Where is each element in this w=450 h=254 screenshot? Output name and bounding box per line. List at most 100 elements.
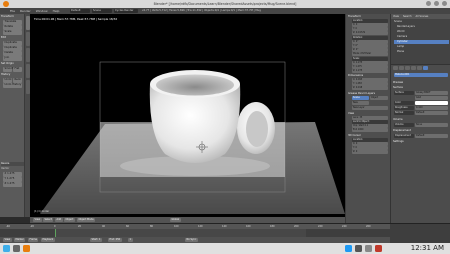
np-cursor-x[interactable]: X: 0 (352, 142, 388, 146)
select-menu[interactable]: Select (43, 218, 54, 222)
tab-relations[interactable] (25, 48, 30, 62)
timeline-editor[interactable]: -40 -20 0 20 40 60 80 100 120 140 160 18… (0, 223, 450, 243)
np-gp-new-layer-button[interactable]: New Layer (352, 106, 388, 110)
orientation-selector[interactable]: Global (170, 218, 181, 222)
timeline-playback-menu[interactable]: Playback (41, 238, 55, 242)
np-scale-y[interactable]: Y: 1.275 (352, 65, 388, 69)
undo-button[interactable]: Undo (3, 78, 12, 83)
notifications-tray-icon[interactable] (375, 245, 382, 252)
scene-tab-icon[interactable] (399, 66, 404, 70)
layout-selector[interactable]: Default (70, 9, 90, 13)
np-dim-z[interactable]: Z: 0.918 (352, 86, 388, 90)
np-rotation-x[interactable]: X: 0° (352, 40, 388, 44)
np-scale-z[interactable]: Z: 1.275 (352, 69, 388, 73)
settings-section-header[interactable]: Settings (393, 140, 449, 144)
redo-button[interactable]: Redo (13, 78, 22, 83)
timeline-marker-menu[interactable]: Marker (14, 238, 26, 242)
scene-selector[interactable]: Scene (92, 9, 112, 13)
outliner-view-menu[interactable]: View (393, 14, 399, 19)
np-clip-start[interactable]: Clip: Start 0.1 (352, 124, 388, 128)
ts-section-history[interactable]: History (1, 73, 24, 77)
tab-tools[interactable] (25, 16, 30, 30)
file-manager-icon[interactable] (13, 245, 20, 252)
np-gp-object-tab[interactable]: Object (370, 96, 388, 100)
world-tab-icon[interactable] (405, 66, 410, 70)
preview-section-header[interactable]: Preview (393, 81, 449, 85)
np-lens[interactable]: Lens: 35 (352, 116, 388, 120)
close-icon[interactable] (442, 1, 447, 6)
outliner-row-renderlayers[interactable]: RenderLayers (394, 25, 449, 29)
mode-selector[interactable]: Object Mode (77, 218, 96, 222)
np-rotation-y[interactable]: Y: 0° (352, 44, 388, 48)
tab-physics[interactable] (25, 80, 30, 94)
outliner-search-menu[interactable]: Search (403, 14, 412, 19)
normal-selector[interactable]: Default (415, 111, 448, 115)
operator-panel-title[interactable]: Resize (1, 162, 24, 166)
np-rotation-mode[interactable]: Mode: XYZ Euler (352, 52, 388, 56)
displacement-selector[interactable]: Default (415, 134, 448, 138)
np-location-y[interactable]: Y: 0 (352, 27, 388, 31)
join-button[interactable]: Join (3, 56, 22, 61)
smooth-button[interactable]: Smooth (3, 67, 15, 72)
outliner-row-world[interactable]: World (394, 30, 449, 34)
np-clip-end[interactable]: End 1000 (352, 128, 388, 132)
resize-x-field[interactable]: X 1.275 (3, 172, 22, 177)
np-dim-x[interactable]: X: 0.993 (352, 78, 388, 82)
undo-history-button[interactable]: Undo History (3, 83, 22, 88)
volume-tray-icon[interactable] (355, 245, 362, 252)
surface-section-header[interactable]: Surface (393, 86, 449, 90)
end-frame-field[interactable]: End: 250 (108, 238, 122, 242)
view-menu[interactable]: View (33, 218, 42, 222)
modifier-tab-icon[interactable] (417, 66, 422, 70)
outliner-display-mode[interactable]: All Scenes (416, 14, 429, 19)
ts-section-set-origin[interactable]: Set Origin (1, 62, 24, 66)
rotate-button[interactable]: Rotate (3, 25, 22, 30)
shader-selector[interactable]: Glossy BSDF (415, 91, 448, 95)
add-menu[interactable]: Add (55, 218, 63, 222)
np-cursor-y[interactable]: Y: 0 (352, 146, 388, 150)
timeline-view-menu[interactable]: View (3, 238, 12, 242)
np-gp-new-button[interactable]: New (352, 101, 369, 105)
tab-animation[interactable] (25, 64, 30, 78)
np-rotation-z[interactable]: Z: 0° (352, 48, 388, 52)
duplicate-button[interactable]: Duplicate (3, 41, 22, 46)
resize-z-field[interactable]: Z 1.275 (3, 182, 22, 187)
render-view[interactable] (30, 14, 345, 217)
outliner-row-camera[interactable]: Camera (394, 35, 449, 39)
material-slot-row[interactable]: Material.001 (394, 73, 448, 77)
minimize-icon[interactable] (426, 1, 431, 6)
tab-create[interactable] (25, 32, 30, 46)
np-gp-scene-tab[interactable]: Scene (352, 96, 369, 100)
resize-y-field[interactable]: Y 1.275 (3, 177, 22, 182)
material-tab-icon[interactable] (423, 66, 428, 70)
ts-section-transform[interactable]: Transform (1, 15, 24, 19)
np-cursor-z[interactable]: Z: 0 (352, 150, 388, 154)
delete-button[interactable]: Delete (3, 51, 22, 56)
scale-button[interactable]: Scale (3, 30, 22, 35)
np-dim-y[interactable]: Y: 1.283 (352, 82, 388, 86)
volume-selector[interactable]: None (415, 123, 448, 127)
object-tab-icon[interactable] (411, 66, 416, 70)
duplicate-linked-button[interactable]: Duplicate Linked (3, 46, 22, 54)
network-tray-icon[interactable] (345, 245, 352, 252)
start-frame-field[interactable]: Start: 1 (90, 238, 102, 242)
outliner-row-plane[interactable]: Plane (394, 50, 449, 54)
displacement-section-header[interactable]: Displacement (393, 129, 449, 133)
maximize-icon[interactable] (434, 1, 439, 6)
np-location-z[interactable]: Z: 0.19729 (352, 31, 388, 35)
translate-button[interactable]: Translate (3, 20, 22, 25)
np-location-x[interactable]: X: 0 (352, 23, 388, 27)
ts-section-edit[interactable]: Edit (1, 36, 24, 40)
distribution-selector[interactable]: GGX (415, 96, 448, 100)
object-menu[interactable]: Object (64, 218, 75, 222)
roughness-field[interactable]: 0.100 (415, 106, 448, 110)
app-launcher-icon[interactable] (3, 245, 10, 252)
volume-section-header[interactable]: Volume (393, 118, 449, 122)
flat-button[interactable]: Flat (13, 67, 22, 72)
sync-mode-selector[interactable]: No Sync (185, 238, 198, 242)
color-swatch[interactable] (415, 101, 448, 105)
clipboard-tray-icon[interactable] (365, 245, 372, 252)
timeline-frame-menu[interactable]: Frame (28, 238, 39, 242)
np-scale-x[interactable]: X: 1.275 (352, 61, 388, 65)
outliner-row-scene[interactable]: Scene (394, 20, 449, 24)
